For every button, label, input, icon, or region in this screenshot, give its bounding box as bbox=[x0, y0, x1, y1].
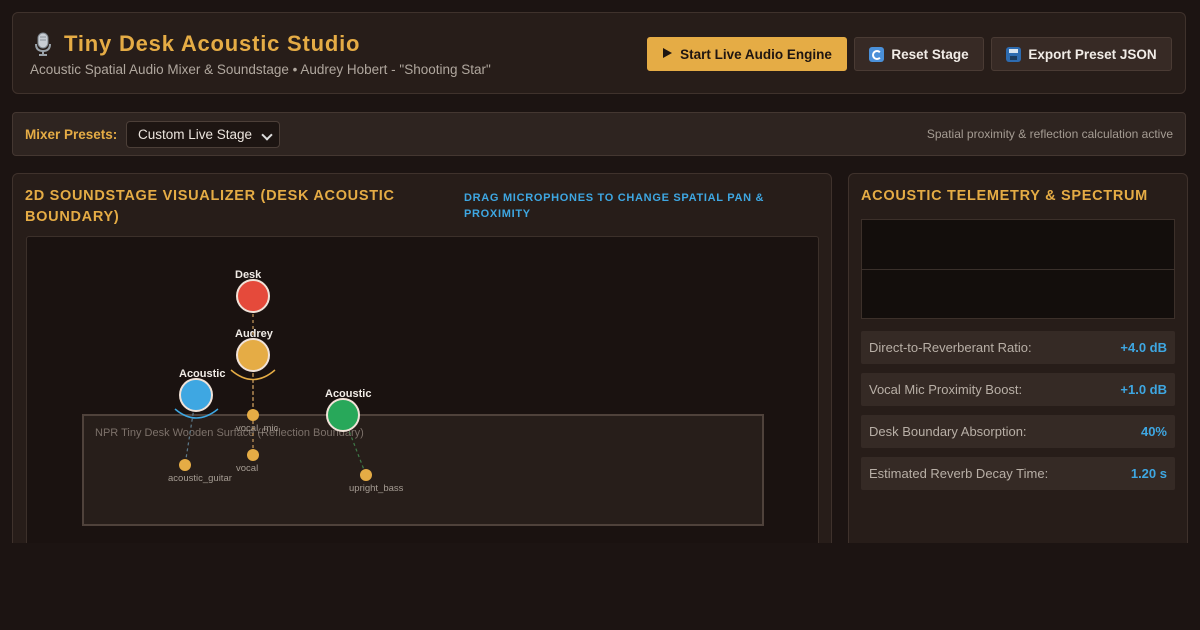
source-label-vocal-mic: vocal_mic bbox=[236, 423, 278, 434]
mixer-toolbar: Mixer Presets: Custom Live Stage Spatial… bbox=[12, 112, 1186, 156]
metric-label: Estimated Reverb Decay Time: bbox=[869, 466, 1049, 481]
play-icon bbox=[662, 47, 673, 62]
soundstage-panel: 2D Soundstage Visualizer (Desk Acoustic … bbox=[12, 173, 832, 576]
reset-button-label: Reset Stage bbox=[891, 46, 969, 62]
metric-value: 40% bbox=[1140, 424, 1167, 439]
app-subtitle: Acoustic Spatial Audio Mixer & Soundstag… bbox=[30, 62, 491, 77]
soundstage-svg: NPR Tiny Desk Wooden Surface (Reflection… bbox=[82, 269, 764, 526]
mic-desk[interactable] bbox=[236, 279, 270, 313]
start-button-label: Start Live Audio Engine bbox=[680, 46, 832, 62]
metric-label: Vocal Mic Proximity Boost: bbox=[869, 382, 1023, 397]
mic-label-acoustic-guitar: Acoustic bbox=[179, 368, 225, 380]
mic-audrey[interactable] bbox=[236, 338, 270, 372]
preset-select[interactable]: Custom Live Stage bbox=[126, 121, 280, 148]
chevron-down-icon bbox=[261, 129, 273, 141]
microphone-icon bbox=[30, 31, 56, 57]
preset-selected-value: Custom Live Stage bbox=[138, 127, 253, 142]
source-label-vocal: vocal bbox=[236, 463, 258, 474]
start-audio-engine-button[interactable]: Start Live Audio Engine bbox=[647, 37, 847, 71]
spectrum-baseline bbox=[862, 269, 1174, 270]
source-upright-bass[interactable] bbox=[360, 469, 372, 481]
source-vocal[interactable] bbox=[247, 449, 259, 461]
desk-label: NPR Tiny Desk Wooden Surface (Reflection… bbox=[95, 427, 364, 439]
save-icon bbox=[1006, 46, 1022, 62]
mic-label-desk: Desk bbox=[235, 269, 262, 281]
reset-icon bbox=[869, 46, 885, 62]
source-acoustic-guitar[interactable] bbox=[179, 459, 191, 471]
metric-proximity-boost: Vocal Mic Proximity Boost: +1.0 dB bbox=[861, 373, 1175, 406]
soundstage-canvas[interactable]: NPR Tiny Desk Wooden Surface (Reflection… bbox=[26, 236, 819, 576]
presets-label: Mixer Presets: bbox=[25, 127, 118, 142]
calculation-status: Spatial proximity & reflection calculati… bbox=[926, 127, 1173, 141]
source-label-acoustic-guitar: acoustic_guitar bbox=[168, 473, 232, 484]
metric-reverb-decay: Estimated Reverb Decay Time: 1.20 s bbox=[861, 457, 1175, 490]
metric-value: +4.0 dB bbox=[1120, 340, 1167, 355]
reset-stage-button[interactable]: Reset Stage bbox=[854, 37, 984, 71]
source-label-upright-bass: upright_bass bbox=[349, 483, 404, 494]
metric-desk-absorption: Desk Boundary Absorption: 40% bbox=[861, 415, 1175, 448]
title-row: Tiny Desk Acoustic Studio bbox=[30, 31, 360, 57]
mic-label-acoustic-bass: Acoustic bbox=[325, 388, 371, 400]
drag-hint: Drag microphones to change spatial pan &… bbox=[464, 192, 765, 220]
app-header: Tiny Desk Acoustic Studio Acoustic Spati… bbox=[12, 12, 1186, 94]
export-preset-button[interactable]: Export Preset JSON bbox=[991, 37, 1172, 71]
metric-direct-reverberant: Direct-to-Reverberant Ratio: +4.0 dB bbox=[861, 331, 1175, 364]
spectrum-display bbox=[861, 219, 1175, 319]
mic-acoustic-guitar[interactable] bbox=[179, 378, 213, 412]
mic-acoustic-bass[interactable] bbox=[326, 398, 360, 432]
soundstage-title: 2D Soundstage Visualizer (Desk Acoustic … bbox=[25, 188, 395, 225]
source-vocal-mic[interactable] bbox=[247, 409, 259, 421]
viewport-cutoff bbox=[0, 543, 1200, 630]
metric-label: Direct-to-Reverberant Ratio: bbox=[869, 340, 1032, 355]
telemetry-title: Acoustic Telemetry & Spectrum bbox=[861, 188, 1148, 204]
app-title: Tiny Desk Acoustic Studio bbox=[64, 31, 361, 56]
metric-label: Desk Boundary Absorption: bbox=[869, 424, 1027, 439]
metric-value: +1.0 dB bbox=[1120, 382, 1167, 397]
export-button-label: Export Preset JSON bbox=[1028, 46, 1157, 62]
telemetry-panel: Acoustic Telemetry & Spectrum Direct-to-… bbox=[848, 173, 1188, 573]
metric-value: 1.20 s bbox=[1130, 466, 1167, 481]
